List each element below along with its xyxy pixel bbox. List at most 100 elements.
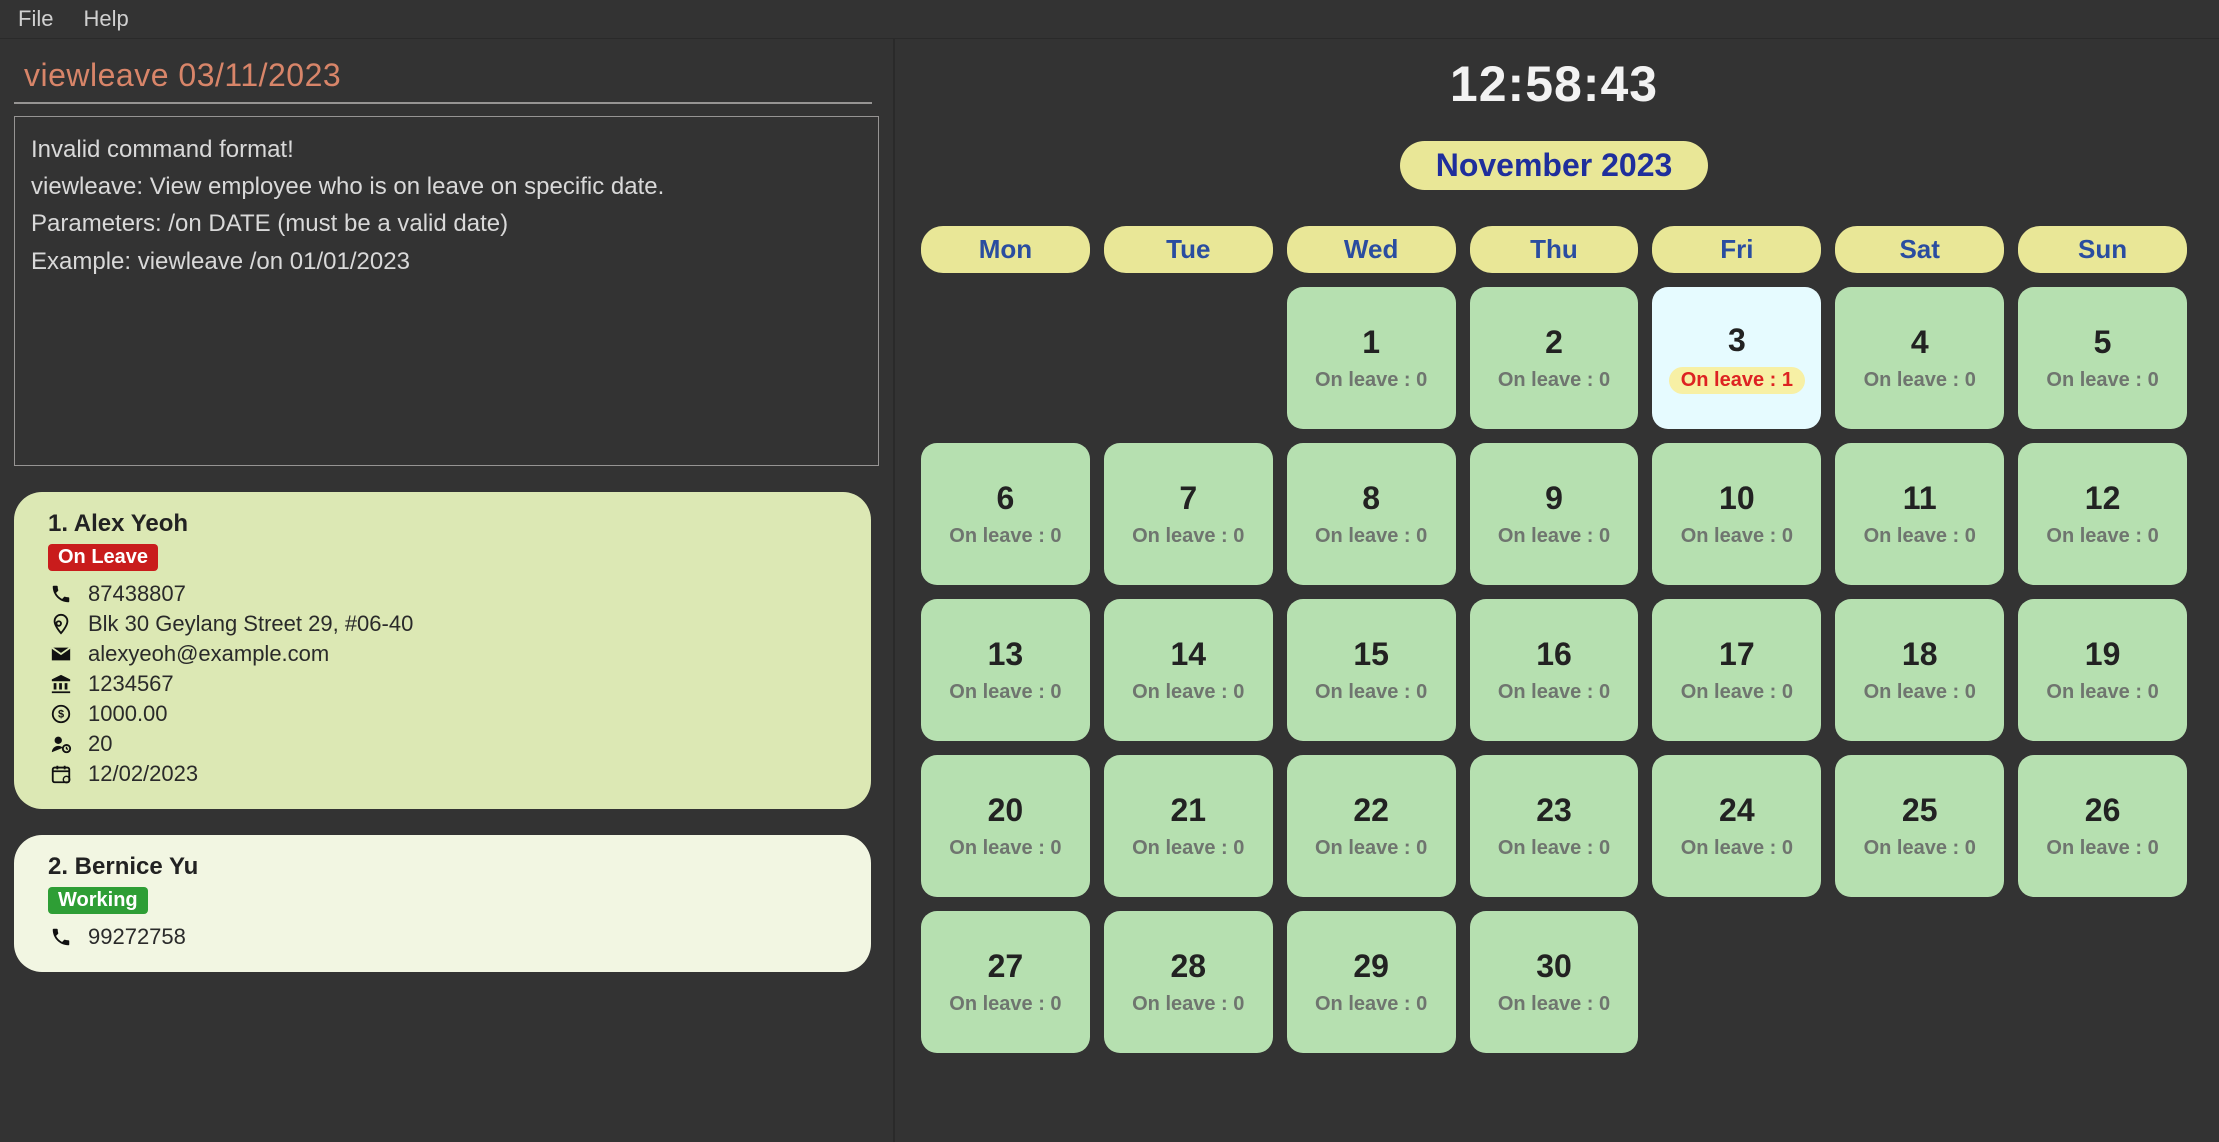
weekday-header: MonTueWedThuFriSatSun [921, 226, 2187, 273]
on-leave-count: On leave : 0 [2046, 681, 2158, 704]
result-line: Example: viewleave /on 01/01/2023 [31, 243, 862, 280]
calendar-day-cell[interactable]: 11On leave : 0 [1835, 443, 2004, 585]
calendar-empty-cell [921, 287, 1090, 429]
on-leave-count: On leave : 0 [1315, 369, 1427, 392]
on-leave-count: On leave : 0 [1315, 525, 1427, 548]
date-field: 12/02/2023 [48, 761, 843, 787]
result-display: Invalid command format!viewleave: View e… [14, 116, 879, 466]
day-number: 4 [1911, 324, 1929, 361]
weekday-label: Sat [1835, 226, 2004, 273]
on-leave-count: On leave : 0 [1498, 837, 1610, 860]
on-leave-count: On leave : 0 [1315, 993, 1427, 1016]
calendar-day-cell[interactable]: 26On leave : 0 [2018, 755, 2187, 897]
on-leave-count: On leave : 0 [2046, 525, 2158, 548]
phone-field: 87438807 [48, 581, 843, 607]
result-line: Invalid command format! [31, 131, 862, 168]
on-leave-count: On leave : 0 [949, 993, 1061, 1016]
calendar-day-cell[interactable]: 2 On leave : 0 [1470, 287, 1639, 429]
clock: 12:58:43 [909, 55, 2199, 113]
calendar-day-cell[interactable]: 8On leave : 0 [1287, 443, 1456, 585]
menubar: File Help [0, 0, 2219, 39]
status-badge: On Leave [48, 544, 158, 571]
on-leave-count: On leave : 0 [1498, 993, 1610, 1016]
on-leave-count: On leave : 0 [1315, 681, 1427, 704]
command-box [14, 45, 879, 106]
on-leave-count: On leave : 0 [949, 681, 1061, 704]
person-list[interactable]: 1. Alex YeohOn Leave87438807Blk 30 Geyla… [14, 492, 879, 1142]
calendar-day-cell[interactable]: 14On leave : 0 [1104, 599, 1273, 741]
result-line: Parameters: /on DATE (must be a valid da… [31, 205, 862, 242]
right-panel: 12:58:43 November 2023 MonTueWedThuFriSa… [895, 39, 2219, 1142]
phone-field-value: 87438807 [88, 581, 186, 607]
bank-icon [48, 671, 74, 697]
calendar-day-cell[interactable]: 15On leave : 0 [1287, 599, 1456, 741]
calendar-day-cell[interactable]: 21 On leave : 0 [1104, 755, 1273, 897]
person-title: 2. Bernice Yu [48, 853, 843, 881]
date-field-value: 12/02/2023 [88, 761, 198, 787]
day-number: 12 [2085, 480, 2121, 517]
salary-field-value: 1000.00 [88, 701, 168, 727]
calendar-day-cell[interactable]: 1 On leave : 0 [1287, 287, 1456, 429]
calendar-day-cell[interactable]: 4 On leave : 0 [1835, 287, 2004, 429]
calendar-day-cell[interactable]: 23 On leave : 0 [1470, 755, 1639, 897]
calendar-day-cell[interactable]: 10On leave : 0 [1652, 443, 1821, 585]
day-number: 23 [1536, 792, 1572, 829]
day-number: 3 [1728, 322, 1746, 359]
day-number: 26 [2085, 792, 2121, 829]
person-title: 1. Alex Yeoh [48, 510, 843, 538]
on-leave-count: On leave : 0 [1132, 837, 1244, 860]
email-icon [48, 641, 74, 667]
calendar-day-cell[interactable]: 30On leave : 0 [1470, 911, 1639, 1053]
weekday-label: Tue [1104, 226, 1273, 273]
calendar-day-cell[interactable]: 13On leave : 0 [921, 599, 1090, 741]
day-number: 7 [1179, 480, 1197, 517]
weekday-label: Mon [921, 226, 1090, 273]
calendar-day-cell[interactable]: 24On leave : 0 [1652, 755, 1821, 897]
on-leave-count: On leave : 0 [1315, 837, 1427, 860]
day-number: 16 [1536, 636, 1572, 673]
phone-icon [48, 924, 74, 950]
on-leave-count: On leave : 0 [1864, 369, 1976, 392]
calendar-day-cell[interactable]: 6On leave : 0 [921, 443, 1090, 585]
bank-field: 1234567 [48, 671, 843, 697]
calendar-day-cell[interactable]: 18On leave : 0 [1835, 599, 2004, 741]
day-number: 6 [997, 480, 1015, 517]
calendar-day-cell[interactable]: 25On leave : 0 [1835, 755, 2004, 897]
calendar-day-cell[interactable]: 16On leave : 0 [1470, 599, 1639, 741]
calendar-day-cell[interactable]: 27On leave : 0 [921, 911, 1090, 1053]
on-leave-count: On leave : 0 [1681, 525, 1793, 548]
svg-text:$: $ [58, 709, 64, 721]
menu-help[interactable]: Help [83, 6, 128, 32]
day-number: 1 [1362, 324, 1380, 361]
on-leave-count: On leave : 0 [1498, 369, 1610, 392]
person-card[interactable]: 1. Alex YeohOn Leave87438807Blk 30 Geyla… [14, 492, 871, 809]
on-leave-count: On leave : 0 [1132, 993, 1244, 1016]
calendar-day-cell[interactable]: 7On leave : 0 [1104, 443, 1273, 585]
weekday-label: Fri [1652, 226, 1821, 273]
calendar-day-cell[interactable]: 5On leave : 0 [2018, 287, 2187, 429]
calendar-grid: 1 On leave : 0 2 On leave : 0 3 On leave : 1 4… [921, 287, 2187, 1053]
day-number: 21 [1170, 792, 1206, 829]
calendar-day-cell[interactable]: 9On leave : 0 [1470, 443, 1639, 585]
calendar-day-cell[interactable]: 12 On leave : 0 [2018, 443, 2187, 585]
calendar-day-cell[interactable]: 3 On leave : 1 [1652, 287, 1821, 429]
on-leave-count: On leave : 0 [1681, 837, 1793, 860]
calendar-day-cell[interactable]: 20On leave : 0 [921, 755, 1090, 897]
calendar-day-cell[interactable]: 22On leave : 0 [1287, 755, 1456, 897]
person-card[interactable]: 2. Bernice YuWorking99272758 [14, 835, 871, 972]
day-number: 11 [1903, 480, 1937, 517]
menu-file[interactable]: File [18, 6, 53, 32]
calendar-day-cell[interactable]: 19On leave : 0 [2018, 599, 2187, 741]
on-leave-count: On leave : 0 [1132, 681, 1244, 704]
email-field: alexyeoh@example.com [48, 641, 843, 667]
calendar-day-cell[interactable]: 17On leave : 0 [1652, 599, 1821, 741]
bank-field-value: 1234567 [88, 671, 174, 697]
leave-balance-field-value: 20 [88, 731, 112, 757]
salary-field: $1000.00 [48, 701, 843, 727]
command-input[interactable] [14, 51, 872, 104]
calendar-day-cell[interactable]: 28On leave : 0 [1104, 911, 1273, 1053]
calendar-day-cell[interactable]: 29On leave : 0 [1287, 911, 1456, 1053]
dollar-icon: $ [48, 701, 74, 727]
day-number: 2 [1545, 324, 1563, 361]
on-leave-count: On leave : 1 [1669, 367, 1805, 394]
